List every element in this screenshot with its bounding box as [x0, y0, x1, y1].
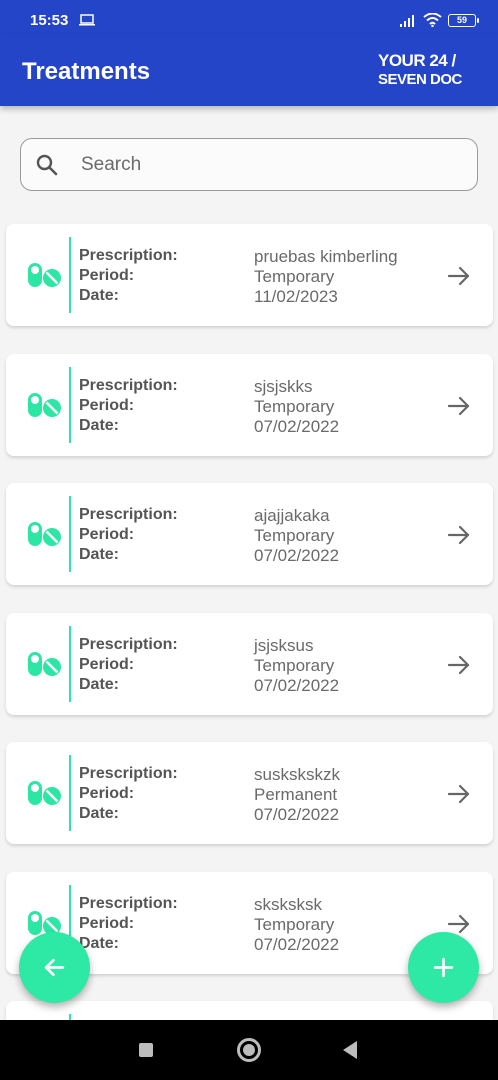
period-value: Temporary	[254, 267, 335, 286]
arrow-right-icon	[447, 266, 470, 286]
arrow-right-icon	[447, 914, 470, 933]
card-divider	[69, 496, 71, 572]
card-divider	[69, 625, 71, 702]
prescription-value: sksksksk	[254, 894, 322, 914]
treatment-card[interactable]: Prescription: Period: Date: pruebas kimberl…	[6, 224, 493, 326]
recents-icon[interactable]	[139, 1043, 153, 1057]
prescription-value: pruebas kimberling	[254, 247, 398, 266]
prescription-label: Prescription:	[79, 376, 178, 394]
arrow-right-icon	[447, 525, 470, 545]
pill-icon	[28, 651, 61, 676]
date-value: 07/02/2022	[254, 546, 340, 565]
pill-icon	[28, 263, 61, 287]
date-label: Date:	[79, 805, 120, 822]
prescription-value: suskskskzk	[254, 765, 340, 784]
period-value: Temporary	[254, 914, 335, 934]
page-title: Treatments	[22, 58, 151, 85]
search-input[interactable]	[81, 153, 461, 177]
period-value: Permanent	[254, 785, 338, 804]
card-divider	[69, 366, 71, 443]
period-label: Period:	[79, 267, 135, 284]
period-label: Period:	[79, 914, 135, 932]
period-label: Period:	[79, 785, 135, 802]
date-value: 07/02/2022	[254, 675, 340, 695]
date-label: Date:	[79, 546, 120, 563]
plus-icon	[433, 957, 454, 978]
signal-icon	[400, 14, 414, 27]
status-time: 15:53	[30, 12, 69, 29]
logo-line-1: YOUR 24 /	[378, 51, 456, 70]
period-label: Period:	[79, 655, 135, 673]
period-value: Temporary	[254, 396, 335, 416]
pill-icon	[28, 781, 61, 805]
logo-line-2: SEVEN DOC	[378, 71, 462, 88]
arrow-right-icon	[447, 396, 470, 415]
date-value: 07/02/2022	[254, 934, 340, 954]
date-value: 07/02/2022	[254, 805, 340, 824]
battery-icon: 59	[448, 13, 479, 27]
add-treatment-button[interactable]	[408, 932, 479, 1003]
status-icons: 59	[400, 13, 479, 27]
arrow-right-icon	[447, 655, 470, 674]
back-button[interactable]	[19, 932, 90, 1003]
arrow-left-icon	[44, 958, 65, 977]
system-back-icon[interactable]	[343, 1041, 357, 1059]
pill-icon	[28, 522, 61, 546]
prescription-label: Prescription:	[79, 506, 178, 523]
pill-icon	[28, 392, 61, 417]
prescription-label: Prescription:	[79, 894, 178, 912]
prescription-label: Prescription:	[79, 247, 178, 264]
date-value: 11/02/2023	[254, 287, 338, 306]
treatment-card-partial[interactable]	[6, 1001, 493, 1020]
card-divider	[69, 237, 71, 313]
app-bar: Treatments YOUR 24 / SEVEN DOC	[0, 36, 498, 106]
period-label: Period:	[79, 396, 135, 414]
home-icon[interactable]	[237, 1038, 261, 1062]
wifi-icon	[423, 13, 442, 27]
card-divider	[69, 755, 71, 831]
prescription-value: jsjsksus	[254, 635, 314, 655]
prescription-label: Prescription:	[79, 765, 178, 782]
treatment-card[interactable]: Prescription: Period: Date: sjsjskks Tempora…	[6, 353, 493, 456]
search-icon	[36, 154, 58, 176]
arrow-right-icon	[447, 784, 470, 804]
treatment-card[interactable]: Prescription: Period: Date: jsjsksus Tempora…	[6, 612, 493, 715]
treatment-card[interactable]: Prescription: Period: Date: ajajjakaka Tempo…	[6, 483, 493, 585]
prescription-value: sjsjskks	[254, 376, 313, 396]
system-nav-bar	[0, 1020, 498, 1080]
period-label: Period:	[79, 526, 135, 543]
laptop-icon	[79, 14, 95, 26]
date-label: Date:	[79, 416, 120, 434]
prescription-label: Prescription:	[79, 635, 178, 653]
search-box[interactable]	[20, 138, 478, 191]
brand-logo: YOUR 24 / SEVEN DOC	[378, 51, 478, 91]
prescription-value: ajajjakaka	[254, 506, 330, 525]
period-value: Temporary	[254, 526, 335, 545]
date-value: 07/02/2022	[254, 416, 340, 436]
period-value: Temporary	[254, 655, 335, 675]
status-bar: 15:53 59	[0, 0, 498, 36]
date-label: Date:	[79, 675, 120, 693]
date-label: Date:	[79, 287, 120, 304]
treatment-card[interactable]: Prescription: Period: Date: suskskskzk Perma…	[6, 742, 493, 844]
treatments-content[interactable]: Prescription: Period: Date: pruebas kimberl…	[0, 106, 498, 1020]
